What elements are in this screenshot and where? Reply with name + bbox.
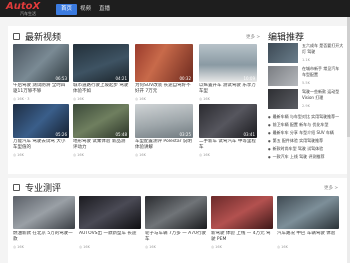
recommend-meta: 1.1K bbox=[302, 58, 310, 62]
video-title[interactable]: 以纵置开车 测试驾驶 乐享万车型 bbox=[199, 83, 257, 95]
recommend-thumbnail[interactable] bbox=[268, 66, 298, 86]
video-title[interactable]: 二手新车 试驾汽车 中等里程车 bbox=[199, 139, 257, 151]
review-title[interactable]: 新驾驶 体验 上线 — 4万元 驾驶 PEM bbox=[211, 231, 273, 243]
video-thumbnail[interactable]: 03:25 bbox=[135, 104, 193, 138]
video-duration: 05:48 bbox=[115, 132, 127, 137]
review-meta: ◎ 16K bbox=[211, 245, 222, 249]
review-meta: ◎ 16K bbox=[79, 245, 90, 249]
video-meta: ◎ 16K bbox=[73, 97, 84, 101]
review-title[interactable]: 燃油新款 在北京 5万的驾驶一款 bbox=[13, 231, 75, 243]
review-thumbnail[interactable] bbox=[277, 196, 339, 229]
video-title[interactable]: 城市道路行驶上坡起步 驾驶体验不如 bbox=[73, 83, 129, 95]
video-icon bbox=[13, 33, 20, 40]
review-thumbnail[interactable] bbox=[145, 196, 207, 229]
video-title[interactable]: 为何SUV改装 长途自驾好不好开 7万元 bbox=[135, 83, 193, 95]
review-title[interactable]: 轮子与车辆 7万多 一 A70行驶车 bbox=[145, 231, 207, 243]
review-title[interactable]: 汽车路况 中巴 车辆驾驶 体验 bbox=[277, 231, 339, 243]
video-thumbnail[interactable]: 03:41 bbox=[199, 104, 257, 138]
video-thumbnail[interactable]: 05:48 bbox=[73, 104, 129, 138]
recommend-thumbnail[interactable] bbox=[268, 43, 298, 63]
review-thumbnail[interactable] bbox=[211, 196, 273, 229]
video-meta: ◎ 16K bbox=[13, 153, 24, 157]
reviews-title: 专业测评 bbox=[25, 184, 62, 194]
video-title[interactable]: 万能汽车 驾驶去试驾 大小车型值的 bbox=[13, 139, 69, 151]
recommend-meta: 2.9K bbox=[302, 104, 310, 108]
review-icon bbox=[13, 184, 20, 191]
video-meta: ◎ 16K bbox=[135, 97, 146, 101]
video-thumbnail[interactable]: 05:26 bbox=[13, 104, 69, 138]
recommend-link[interactable]: 新款时尚车型 驾驶 试驾体验 bbox=[268, 146, 348, 152]
video-meta: ◎ 16K bbox=[199, 97, 210, 101]
recommend-link[interactable]: 最新车辆 与车型对比 实用驾驶推荐一 bbox=[268, 114, 348, 120]
review-title[interactable]: AUTOVS出 一款新型车 长途 bbox=[79, 231, 141, 243]
video-meta: ◎ 16K · 3 bbox=[13, 97, 30, 101]
video-title[interactable]: 车型配置测评 Polestar 说明体验讲解 bbox=[135, 139, 193, 151]
video-duration: 06:53 bbox=[55, 76, 67, 81]
latest-more-link[interactable]: 更多 > bbox=[246, 34, 260, 40]
video-duration: 03:41 bbox=[243, 132, 255, 137]
latest-videos-title: 最新视频 bbox=[25, 33, 62, 43]
video-title[interactable]: 地形驾驶 试乘体验 新品测评动力 bbox=[73, 139, 129, 151]
review-meta: ◎ 16K bbox=[145, 245, 156, 249]
review-meta: ◎ 16K bbox=[277, 245, 288, 249]
review-thumbnail[interactable] bbox=[79, 196, 141, 229]
recommend-meta: 5.5K bbox=[302, 81, 310, 85]
recommend-link[interactable]: 一款汽车 上线 驾驶 评测推荐 bbox=[268, 154, 348, 160]
recommend-link[interactable]: 前卫车辆 配置 新车与 优化车型 bbox=[268, 122, 348, 128]
nav-live[interactable]: 直播 bbox=[94, 4, 115, 15]
nav-video[interactable]: 视频 bbox=[75, 4, 96, 15]
recommend-title[interactable]: 五六成车 是否要打开大灯 驾驶 bbox=[302, 43, 344, 54]
video-thumbnail[interactable]: 04:21 bbox=[73, 44, 129, 82]
editor-picks-title: 编辑推荐 bbox=[268, 33, 305, 43]
video-meta: ◎ 16K bbox=[73, 153, 84, 157]
review-meta: ◎ 16K bbox=[13, 245, 24, 249]
video-thumbnail[interactable]: 10:09 bbox=[199, 44, 257, 82]
site-logo[interactable]: AutoX 汽车生活 bbox=[6, 1, 52, 16]
reviews-more-link[interactable]: 更多 > bbox=[324, 185, 338, 191]
recommend-title[interactable]: 驾驶一些新款 运动型Vision 打理 bbox=[302, 89, 344, 100]
logo-sub-text: 汽车生活 bbox=[20, 11, 36, 16]
top-navigation-bar: AutoX 汽车生活 首页 视频 直播 bbox=[0, 0, 350, 17]
video-meta: ◎ 16K bbox=[135, 153, 146, 157]
video-thumbnail[interactable]: 06:53 bbox=[13, 44, 69, 82]
recommend-link[interactable]: 第五 配件体验 实用驾驶推荐 bbox=[268, 138, 348, 144]
video-duration: 05:26 bbox=[55, 132, 67, 137]
video-duration: 04:21 bbox=[115, 76, 127, 81]
video-title[interactable]: 午后驾驶 测试防滑 全时四驱11万够不够 bbox=[13, 83, 69, 95]
video-meta: ◎ 16K bbox=[199, 153, 210, 157]
recommend-link[interactable]: 最新车车 分享 车型介绍 SUV 车辆 bbox=[268, 130, 348, 136]
video-thumbnail[interactable]: 00:32 bbox=[135, 44, 193, 82]
video-duration: 00:32 bbox=[179, 76, 191, 81]
video-duration: 03:25 bbox=[179, 132, 191, 137]
video-duration: 10:09 bbox=[243, 76, 255, 81]
recommend-title[interactable]: 在城市新手 常见汽车 车型配置 bbox=[302, 66, 344, 77]
recommend-thumbnail[interactable] bbox=[268, 89, 298, 109]
nav-home[interactable]: 首页 bbox=[56, 4, 78, 15]
review-thumbnail[interactable] bbox=[13, 196, 75, 229]
